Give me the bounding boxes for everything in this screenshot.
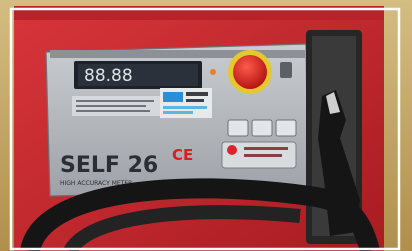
brand-text: SELF 26 [60,153,158,178]
control-button-1[interactable] [227,119,249,137]
indicator-light [210,69,216,75]
control-buttons [227,119,297,137]
mode-switch[interactable] [280,62,292,78]
control-button-3[interactable] [275,119,297,137]
photo-scene: 88.88 SELF 26 CE HIGH ACCURACY METER [0,0,412,251]
logo-mark [163,92,183,102]
emergency-stop-button[interactable] [233,55,267,89]
info-label-lines [76,100,154,112]
panel-top-strip [50,50,305,58]
model-suffix: CE [172,146,193,164]
status-dot [227,145,237,155]
lcd-digits: 88.88 [84,66,133,86]
control-button-2[interactable] [251,119,273,137]
